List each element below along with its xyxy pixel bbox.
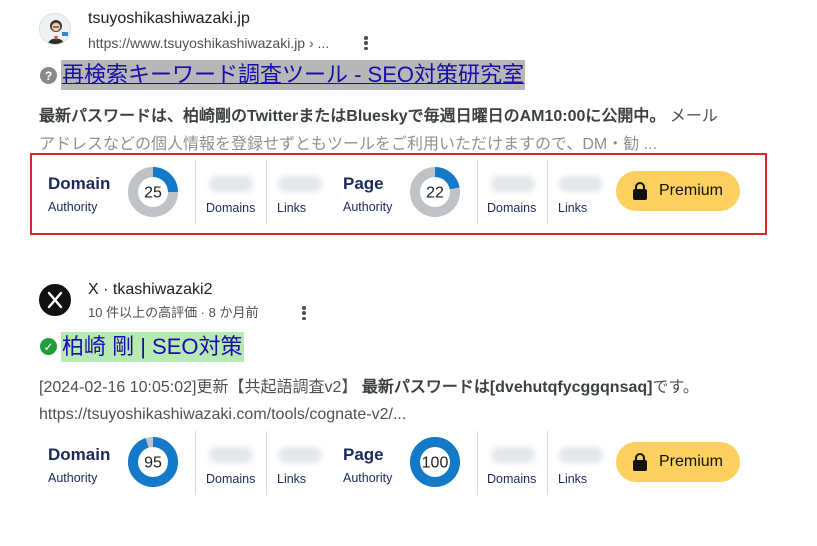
page-authority-title: Page bbox=[343, 174, 384, 193]
blurred-value bbox=[209, 176, 253, 192]
premium-label: Premium bbox=[658, 453, 723, 470]
referring-domains-label: Domains bbox=[487, 472, 537, 486]
divider bbox=[266, 160, 267, 224]
divider bbox=[477, 160, 478, 224]
divider bbox=[195, 431, 196, 495]
blurred-value bbox=[491, 447, 535, 463]
page-authority-score: 100 bbox=[422, 455, 449, 472]
site-favicon[interactable] bbox=[39, 284, 71, 316]
backlinks-label: Links bbox=[558, 472, 588, 486]
result-title-link[interactable]: 柏崎 剛 | SEO対策 bbox=[61, 332, 244, 362]
more-options-icon[interactable] bbox=[358, 34, 374, 52]
seo-metrics-bar: Domain Authority 95 Domains Links Page A… bbox=[0, 431, 817, 495]
domain-authority-subtitle: Authority bbox=[48, 200, 98, 214]
premium-button[interactable]: Premium bbox=[616, 442, 740, 482]
site-url[interactable]: https://www.tsuyoshikashiwazaki.jp › ... bbox=[88, 34, 329, 52]
result-snippet-line1: [2024-02-16 10:05:02]更新【共起語調査v2】 最新パスワード… bbox=[39, 375, 699, 401]
domain-authority-donut: 25 bbox=[128, 167, 178, 217]
divider bbox=[266, 431, 267, 495]
blurred-value bbox=[559, 447, 603, 463]
blurred-value bbox=[278, 447, 322, 463]
more-options-icon[interactable] bbox=[296, 304, 312, 322]
domain-authority-subtitle: Authority bbox=[48, 471, 98, 485]
referring-domains-label: Domains bbox=[206, 201, 256, 215]
page-authority-donut: 100 bbox=[410, 437, 460, 487]
site-meta: 10 件以上の高評価 · 8 か月前 bbox=[88, 305, 259, 320]
avatar-icon bbox=[40, 14, 70, 44]
seo-metrics-bar: Domain Authority 25 Domains Links Page A… bbox=[0, 160, 817, 224]
result-snippet-line1: 最新パスワードは、柏崎剛のTwitterまたはBlueskyで毎週日曜日のAM1… bbox=[39, 104, 718, 130]
result-title-link[interactable]: 再検索キーワード調査ツール - SEO対策研究室 bbox=[61, 60, 526, 90]
site-name[interactable]: tsuyoshikashiwazaki.jp bbox=[88, 9, 250, 29]
divider bbox=[477, 431, 478, 495]
question-circle-icon: ? bbox=[40, 67, 57, 84]
domain-authority-score: 95 bbox=[144, 455, 162, 472]
domain-authority-title: Domain bbox=[48, 174, 111, 193]
blurred-value bbox=[209, 447, 253, 463]
snippet-text: [2024-02-16 10:05:02]更新【共起語調査v2】 bbox=[39, 379, 362, 396]
page-authority-subtitle: Authority bbox=[343, 200, 393, 214]
blurred-value bbox=[278, 176, 322, 192]
snippet-text: メール bbox=[665, 108, 718, 125]
x-logo-icon bbox=[47, 291, 63, 309]
page-authority-donut: 22 bbox=[410, 167, 460, 217]
page-authority-score: 22 bbox=[426, 185, 444, 202]
backlinks-label: Links bbox=[277, 201, 307, 215]
snippet-bold-text: 最新パスワードは[dvehutqfycggqnsaq] bbox=[361, 379, 653, 396]
snippet-text: です。 bbox=[652, 379, 699, 396]
referring-domains-label: Domains bbox=[487, 201, 537, 215]
domain-authority-score: 25 bbox=[144, 185, 162, 202]
divider bbox=[547, 160, 548, 224]
blurred-value bbox=[491, 176, 535, 192]
premium-label: Premium bbox=[658, 182, 723, 199]
domain-authority-title: Domain bbox=[48, 445, 111, 464]
page-authority-subtitle: Authority bbox=[343, 471, 393, 485]
divider bbox=[547, 431, 548, 495]
check-circle-icon: ✓ bbox=[40, 338, 57, 355]
page-authority-title: Page bbox=[343, 445, 384, 464]
backlinks-label: Links bbox=[558, 201, 588, 215]
backlinks-label: Links bbox=[277, 472, 307, 486]
site-name[interactable]: X · tkashiwazaki2 bbox=[88, 280, 213, 300]
site-favicon[interactable] bbox=[39, 13, 71, 45]
snippet-bold-text: 最新パスワードは、柏崎剛のTwitterまたはBlueskyで毎週日曜日のAM1… bbox=[39, 108, 666, 125]
referring-domains-label: Domains bbox=[206, 472, 256, 486]
domain-authority-donut: 95 bbox=[128, 437, 178, 487]
lock-icon bbox=[632, 182, 647, 200]
divider bbox=[195, 160, 196, 224]
premium-button[interactable]: Premium bbox=[616, 171, 740, 211]
blurred-value bbox=[559, 176, 603, 192]
lock-icon bbox=[632, 453, 647, 471]
result-snippet-line2: https://tsuyoshikashiwazaki.com/tools/co… bbox=[39, 406, 407, 423]
